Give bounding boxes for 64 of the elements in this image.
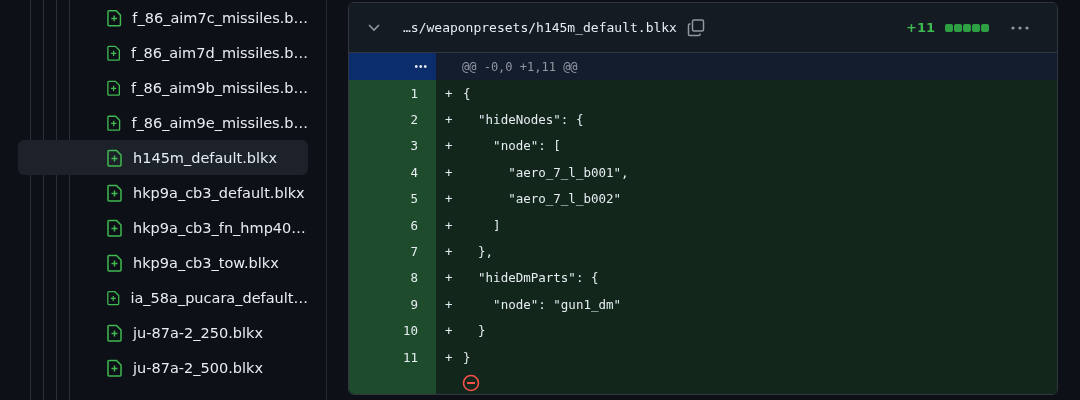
diff-marker: +: [445, 85, 454, 101]
file-added-icon: [107, 288, 121, 307]
file-tree-item[interactable]: f_86_aim7c_missiles.b…: [18, 0, 308, 35]
diff-marker: +: [445, 217, 454, 233]
code-line: ]: [492, 217, 501, 233]
line-number: 2: [349, 106, 436, 133]
line-number: 6: [349, 211, 436, 239]
line-number: 4: [349, 159, 436, 186]
diff-marker: +: [445, 323, 454, 339]
code-line: "aero_7_l_b002": [507, 191, 622, 207]
file-tree-item[interactable]: hkp9a_cb3_tow.blkx: [18, 245, 308, 280]
file-tree-item[interactable]: ju-87a-2_250.blkx: [18, 315, 308, 350]
code-line: "hideNodes": {: [477, 112, 584, 128]
file-tree-item[interactable]: f_86_aim9b_missiles.b…: [18, 70, 308, 105]
minus-circle-icon: [462, 374, 480, 393]
file-added-icon: [107, 43, 122, 62]
chevron-icon: [367, 22, 381, 33]
additions-count: +11: [906, 20, 935, 35]
diff-marker: +: [445, 244, 454, 260]
line-number: 8: [349, 264, 436, 292]
hunk-header: @@ -0,0 +1,11 @@: [462, 59, 578, 74]
diff-marker: +: [445, 270, 454, 286]
copy-icon[interactable]: [686, 18, 705, 37]
line-number: 11: [349, 343, 436, 371]
file-tree-item[interactable]: hkp9a_cb3_fn_hmp40…: [18, 210, 308, 245]
line-number: 10: [349, 317, 436, 344]
file-tree-item[interactable]: ju-87a-2_500.blkx: [18, 350, 308, 385]
diff-marker: +: [445, 349, 454, 365]
file-path[interactable]: …s/weaponpresets/h145m_default.blkx: [403, 20, 677, 35]
file-tree-item[interactable]: ia_58a_pucara_default…: [18, 280, 308, 315]
code-line: "aero_7_l_b001",: [507, 164, 629, 180]
file-added-icon: [107, 358, 123, 377]
more-icon: [1011, 25, 1029, 30]
file-added-icon: [107, 323, 123, 342]
file-tree-item[interactable]: f_86_aim9e_missiles.b…: [18, 105, 308, 140]
file-tree-item[interactable]: f_86_aim7d_missiles.b…: [18, 35, 308, 70]
file-added-icon: [107, 78, 122, 97]
line-number: 5: [349, 185, 436, 212]
diffstat-drawing: [945, 23, 989, 32]
expand-button[interactable]: •••: [349, 53, 436, 80]
code-line: "hideDmParts": {: [477, 270, 599, 286]
file-added-icon: [107, 8, 123, 27]
diff-marker: +: [445, 164, 454, 180]
code-line: }: [477, 323, 486, 339]
line-number: 9: [349, 291, 436, 318]
line-number: 7: [349, 238, 436, 265]
file-tree-item[interactable]: hkp9a_cb3_default.blkx: [18, 175, 308, 210]
file-added-icon: [107, 113, 122, 132]
diff-marker: +: [445, 191, 454, 207]
diff-marker: +: [445, 296, 454, 312]
file-added-icon: [107, 218, 123, 237]
file-tree-item[interactable]: h145m_default.blkx: [18, 140, 308, 175]
file-added-icon: [107, 148, 123, 167]
diff-marker: +: [445, 138, 454, 154]
code-line: },: [477, 244, 494, 260]
file-added-icon: [107, 253, 123, 272]
line-number: 1: [349, 80, 436, 107]
code-line: }: [463, 349, 471, 365]
line-number: 3: [349, 132, 436, 160]
code-line: "node": [: [492, 138, 561, 154]
file-added-icon: [107, 183, 123, 202]
diff-marker: +: [445, 112, 454, 128]
code-line: {: [463, 85, 471, 101]
code-line: "node": "gun1_dm": [492, 296, 622, 312]
